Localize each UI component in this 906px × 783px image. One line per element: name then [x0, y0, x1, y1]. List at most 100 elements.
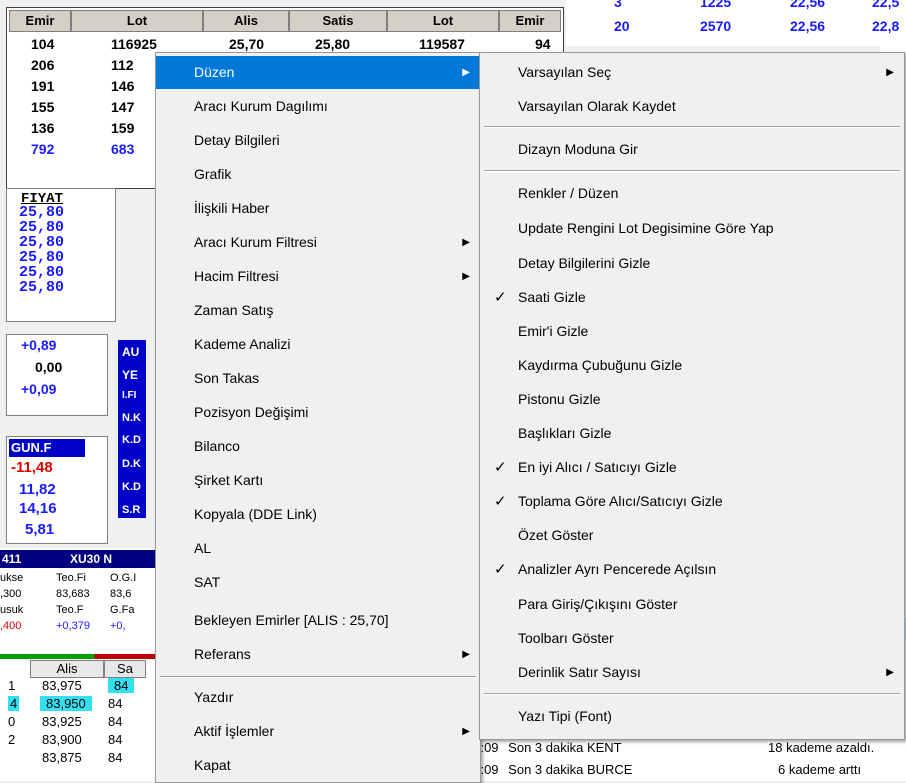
xu30-col-alis[interactable]: Alis — [30, 660, 104, 678]
menu-item-bekleyen-emirler[interactable]: Bekleyen Emirler [ALIS : 25,70] — [156, 604, 480, 637]
menu-item-label: Para Giriş/Çıkışını Göster — [518, 596, 678, 612]
menu-separator — [484, 170, 900, 172]
news-text: Son 3 dakika BURCE — [508, 762, 633, 777]
submenu-item-toolbar-goster[interactable]: Toolbarı Göster — [480, 622, 904, 655]
submenu-item-saati-gizle[interactable]: ✓ Saati Gizle — [480, 281, 904, 314]
code-item: YE — [122, 368, 139, 382]
news-text: Son 3 dakika KENT — [508, 740, 622, 755]
menu-item-label: Aracı Kurum Dagılımı — [194, 98, 328, 114]
gun-value: -11,48 — [11, 459, 53, 476]
menu-item-label: Varsayılan Olarak Kaydet — [518, 98, 676, 114]
quote-cell: 2570 — [700, 18, 732, 34]
depth-lot: 147 — [111, 99, 135, 115]
menu-item-yazdir[interactable]: Yazdır — [156, 681, 480, 714]
fiyat-value: 25,80 — [19, 249, 65, 266]
check-icon: ✓ — [494, 561, 507, 578]
menu-item-grafik[interactable]: Grafik — [156, 158, 480, 191]
news-item[interactable]: 10:09 Son 3 dakika KENT — [466, 740, 622, 755]
submenu-item-pistonu-gizle[interactable]: Pistonu Gizle — [480, 383, 904, 416]
menu-item-kopyala[interactable]: Kopyala (DDE Link) — [156, 498, 480, 531]
submenu-item-kaydirma-gizle[interactable]: Kaydırma Çubuğunu Gizle — [480, 349, 904, 382]
code-item: N.K — [122, 412, 141, 424]
depth-lot: 159 — [111, 120, 135, 136]
xu30-row-satis: 84 — [108, 732, 123, 747]
xu30-info-cell: +0, — [110, 620, 126, 632]
depth-emir: 206 — [31, 57, 55, 73]
submenu-item-toplama-gore-gizle[interactable]: ✓ Toplama Göre Alıcı/Satıcıyı Gizle — [480, 485, 904, 518]
submenu-item-yazi-tipi[interactable]: Yazı Tipi (Font) — [480, 700, 904, 733]
menu-item-detay-bilgileri[interactable]: Detay Bilgileri — [156, 124, 480, 157]
submenu-item-emir-gizle[interactable]: Emir'i Gizle — [480, 315, 904, 348]
gun-header: GUN.F — [9, 439, 85, 457]
depth-emir-ask: 94 — [535, 36, 551, 52]
menu-item-label: Referans — [194, 646, 251, 662]
submenu-item-detay-gizle[interactable]: Detay Bilgilerini Gizle — [480, 247, 904, 280]
submenu-item-ozet-goster[interactable]: Özet Göster — [480, 519, 904, 552]
menu-item-duzen[interactable]: Düzen ▶ — [156, 56, 480, 89]
menu-item-label: Detay Bilgilerini Gizle — [518, 255, 651, 271]
menu-item-label: Başlıkları Gizle — [518, 425, 612, 441]
menu-item-aktif-islemler[interactable]: Aktif İşlemler ▶ — [156, 715, 480, 748]
col-header-emir[interactable]: Emir — [9, 10, 71, 32]
menu-item-hacim-filtresi[interactable]: Hacim Filtresi ▶ — [156, 260, 480, 293]
submenu-item-derinlik-satir[interactable]: Derinlik Satır Sayısı ▶ — [480, 656, 904, 689]
xu30-row-count: 2 — [8, 732, 16, 747]
menu-separator — [484, 693, 900, 695]
col-header-alis[interactable]: Alis — [203, 10, 289, 32]
depth-lot: 112 — [111, 57, 134, 73]
submenu-item-varsayilan-kaydet[interactable]: Varsayılan Olarak Kaydet — [480, 90, 904, 123]
menu-item-label: Saati Gizle — [518, 289, 586, 305]
menu-item-son-takas[interactable]: Son Takas — [156, 362, 480, 395]
menu-item-label: Toolbarı Göster — [518, 630, 614, 646]
menu-item-pozisyon-degisimi[interactable]: Pozisyon Değişimi — [156, 396, 480, 429]
xu30-row-alis: 83,925 — [42, 714, 82, 729]
change-value: +0,09 — [21, 381, 57, 397]
quote-cell: 22,56 — [790, 18, 826, 34]
submenu-item-analizler-ayri[interactable]: ✓ Analizler Ayrı Pencerede Açılsın — [480, 553, 904, 586]
xu30-row-satis: 84 — [108, 696, 123, 711]
news-item[interactable]: 10:09 Son 3 dakika BURCE — [466, 762, 632, 777]
menu-item-kademe-analizi[interactable]: Kademe Analizi — [156, 328, 480, 361]
xu30-info-cell: ,300 — [0, 588, 22, 600]
depth-emir: 136 — [31, 120, 55, 136]
menu-item-label: Toplama Göre Alıcı/Satıcıyı Gizle — [518, 493, 723, 509]
col-header-lot-2[interactable]: Lot — [387, 10, 499, 32]
submenu-item-basliklari-gizle[interactable]: Başlıkları Gizle — [480, 417, 904, 450]
submenu-item-dizayn-modu[interactable]: Dizayn Moduna Gir — [480, 133, 904, 166]
menu-item-label: Grafik — [194, 166, 232, 182]
menu-item-kapat[interactable]: Kapat — [156, 749, 480, 782]
xu30-row-satis: 84 — [108, 678, 135, 693]
menu-item-label: Yazı Tipi (Font) — [518, 708, 612, 724]
menu-item-zaman-satis[interactable]: Zaman Satış — [156, 294, 480, 327]
submenu-item-renkler-duzen[interactable]: Renkler / Düzen — [480, 177, 904, 210]
xu30-row-alis: 83,950 — [40, 696, 92, 711]
depth-emir-total: 792 — [31, 141, 55, 157]
menu-item-araci-kurum-dagilimi[interactable]: Aracı Kurum Dagılımı — [156, 90, 480, 123]
xu30-row-alis: 83,900 — [42, 732, 82, 747]
menu-item-label: Aracı Kurum Filtresi — [194, 234, 317, 250]
submenu-item-varsayilan-sec[interactable]: Varsayılan Seç ▶ — [480, 56, 904, 89]
menu-item-sirket-karti[interactable]: Şirket Kartı — [156, 464, 480, 497]
menu-item-iliskili-haber[interactable]: İlişkili Haber — [156, 192, 480, 225]
menu-item-sat[interactable]: SAT — [156, 566, 480, 599]
menu-item-araci-kurum-filtresi[interactable]: Aracı Kurum Filtresi ▶ — [156, 226, 480, 259]
col-header-emir-2[interactable]: Emir — [499, 10, 561, 32]
menu-item-al[interactable]: AL — [156, 532, 480, 565]
submenu-item-para-giris[interactable]: Para Giriş/Çıkışını Göster — [480, 588, 904, 621]
menu-item-referans[interactable]: Referans ▶ — [156, 638, 480, 671]
xu30-info-cell: 83,6 — [110, 588, 132, 600]
col-header-lot[interactable]: Lot — [71, 10, 203, 32]
submenu-arrow-icon: ▶ — [886, 667, 894, 678]
submenu-item-en-iyi-gizle[interactable]: ✓ En iyi Alıcı / Satıcıyı Gizle — [480, 451, 904, 484]
menu-item-label: Aktif İşlemler — [194, 723, 275, 739]
menu-item-label: Şirket Kartı — [194, 472, 264, 488]
xu30-title: 411 XU30 N — [0, 550, 172, 568]
submenu-item-update-rengi[interactable]: Update Rengini Lot Degisimine Göre Yap — [480, 212, 904, 245]
xu30-info-cell: G.Fa — [110, 604, 135, 616]
xu30-info-cell: ukse — [0, 572, 24, 584]
menu-item-bilanco[interactable]: Bilanco — [156, 430, 480, 463]
col-header-satis[interactable]: Satis — [289, 10, 387, 32]
xu30-col-satis[interactable]: Sa — [104, 660, 146, 678]
xu30-info-cell: usuk — [0, 604, 24, 616]
xu30-row-satis: 84 — [108, 750, 123, 765]
